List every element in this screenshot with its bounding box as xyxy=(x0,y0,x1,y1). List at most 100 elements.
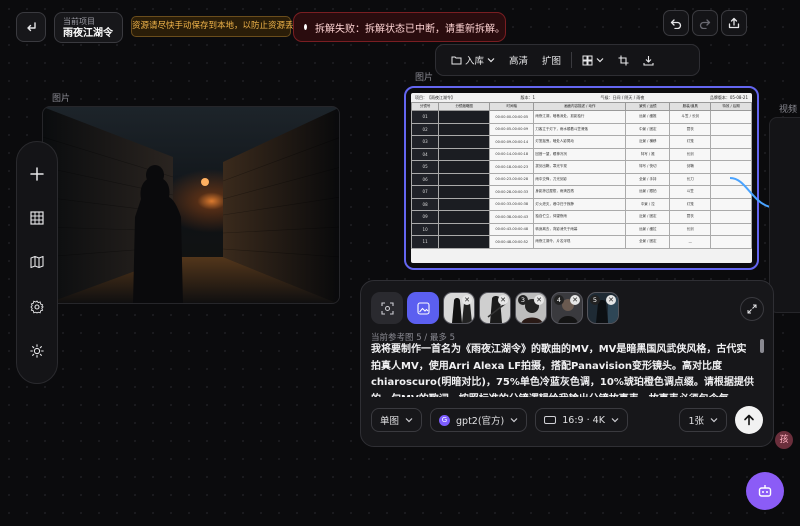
storyboard-description: 独自伫立，仰望夜雨 xyxy=(533,210,627,224)
enter-back-icon xyxy=(27,22,36,32)
storyboard-props: 斗笠 / 长剑 xyxy=(669,110,712,124)
reference-thumb-4[interactable]: 4 ✕ xyxy=(551,292,583,324)
storyboard-thumbnail xyxy=(438,110,491,124)
storyboard-shot-type: 特写 / 推 xyxy=(625,147,671,161)
ratio-resolution-dropdown[interactable]: 16:9 · 4K xyxy=(535,408,628,432)
alley-scene-image xyxy=(43,107,339,303)
storyboard-row: 11 00:00:48-00:00:52 雨夜江湖令，片名浮现 全景 / 固定 — xyxy=(411,235,752,249)
table-button[interactable] xyxy=(24,205,50,231)
storyboard-thumbnail xyxy=(438,122,491,136)
reference-index-badge: 4 xyxy=(554,295,564,305)
storyboard-effects xyxy=(710,135,752,149)
toolbar-divider xyxy=(571,52,573,68)
chevron-down-icon xyxy=(710,418,718,423)
storyboard-description: 雨中交锋，刀光剑影 xyxy=(533,172,627,186)
crop-button[interactable] xyxy=(611,45,636,75)
image-node-alley[interactable] xyxy=(42,106,340,304)
storyboard-shot-type: 中景 / 拉 xyxy=(625,197,671,211)
remove-reference-icon[interactable]: ✕ xyxy=(606,295,616,305)
assistant-button[interactable] xyxy=(746,472,784,510)
storyboard-shot-type: 远景 / 跟拍 xyxy=(625,185,671,199)
storyboard-row: 09 00:00:38-00:00:43 独自伫立，仰望夜雨 近景 / 固定 蓑衣 xyxy=(411,210,752,224)
storyboard-timecode: 00:00:18-00:00:23 xyxy=(489,160,535,174)
reference-thumb-2[interactable]: ✕ xyxy=(479,292,511,324)
add-node-button[interactable] xyxy=(24,161,50,187)
storyboard-column-header: 服装/道具 xyxy=(669,102,712,111)
grid-split-dropdown[interactable] xyxy=(575,45,611,75)
storyboard-props: 灯笼 xyxy=(669,135,712,149)
map-button[interactable] xyxy=(24,249,50,275)
storyboard-description: 雨夜江湖令，片名浮现 xyxy=(533,235,627,249)
storyboard-thumbnail xyxy=(438,210,491,224)
expand-panel-button[interactable] xyxy=(740,297,764,321)
storyboard-thumbnail xyxy=(438,147,491,161)
storyboard-description: 拔剑出鞘，寒光乍现 xyxy=(533,160,627,174)
storyboard-props: 蓑衣 xyxy=(669,210,712,224)
reference-thumb-1[interactable]: ✕ xyxy=(443,292,475,324)
storyboard-props: 灯笼 xyxy=(669,197,712,211)
back-button[interactable] xyxy=(16,12,46,42)
ratio-label: 16:9 · 4K xyxy=(562,414,605,426)
settings-button[interactable] xyxy=(24,294,50,320)
remove-reference-icon[interactable]: ✕ xyxy=(498,295,508,305)
user-avatar[interactable]: 孩 xyxy=(775,431,793,449)
storyboard-project: 项目：【雨夜江湖令】 xyxy=(415,95,455,100)
prompt-textarea[interactable]: 我将要制作一首名为《雨夜江湖令》的歌曲的MV，MV是暗黑国风武侠风格，古代实拍真… xyxy=(371,342,755,397)
project-selector[interactable]: 当前项目 雨夜江湖令 xyxy=(54,12,123,43)
hd-button[interactable]: 高清 xyxy=(502,45,535,75)
image-node-storyboard[interactable]: 项目：【雨夜江湖令】 版本：1 气候：日间 / 阴天 / 雨夜 品牌版本：05-… xyxy=(404,86,759,270)
download-button[interactable] xyxy=(636,45,661,75)
storyboard-shot-type: 全景 / 固定 xyxy=(625,235,671,249)
storyboard-thumbnail xyxy=(438,197,491,211)
grid-icon xyxy=(582,55,593,65)
project-label: 当前项目 xyxy=(63,17,95,26)
storyboard-props: 长剑 xyxy=(669,147,712,161)
storyboard-effects xyxy=(710,110,752,124)
share-button[interactable] xyxy=(721,10,747,36)
remove-reference-icon[interactable]: ✕ xyxy=(462,295,472,305)
scan-button[interactable] xyxy=(371,292,403,324)
storyboard-column-header: 特效 / 后期 xyxy=(710,102,752,111)
storyboard-shot-type: 近景 / 横移 xyxy=(625,135,671,149)
mode-dropdown[interactable]: 单图 xyxy=(371,408,423,432)
reference-thumb-5[interactable]: 5 ✕ xyxy=(587,292,619,324)
count-dropdown[interactable]: 1张 xyxy=(679,408,727,432)
storyboard-column-header: 景别 / 运镜 xyxy=(625,102,671,111)
reference-thumb-3[interactable]: 3 ✕ xyxy=(515,292,547,324)
send-button[interactable] xyxy=(735,406,763,434)
storyboard-props: 长剑 xyxy=(669,222,712,236)
folder-icon xyxy=(451,56,462,65)
storyboard-shot-number: 09 xyxy=(411,210,440,224)
storyboard-shot-number: 08 xyxy=(411,197,440,211)
model-logo-icon: G xyxy=(439,414,451,426)
storyboard-props: 长刀 xyxy=(669,172,712,186)
storyboard-thumbnail xyxy=(438,172,491,186)
remove-reference-icon[interactable]: ✕ xyxy=(570,295,580,305)
storyboard-weather: 气候：日间 / 阴天 / 雨夜 xyxy=(600,95,645,100)
add-reference-image-button[interactable] xyxy=(407,292,439,324)
theme-toggle-button[interactable] xyxy=(24,338,50,364)
model-dropdown[interactable]: G gpt2(官方) xyxy=(430,408,528,432)
gear-icon xyxy=(30,300,44,314)
storyboard-shot-number: 06 xyxy=(411,172,440,186)
prompt-scrollbar[interactable] xyxy=(760,339,764,353)
undo-button[interactable] xyxy=(663,10,689,36)
storyboard-row: 05 00:00:18-00:00:23 拔剑出鞘，寒光乍现 特写 / 快切 剑鞘 xyxy=(411,160,752,174)
video-node[interactable] xyxy=(769,117,800,313)
storyboard-column-header: 分镜号 xyxy=(411,102,440,111)
error-dot-icon xyxy=(304,24,307,30)
store-dropdown[interactable]: 入库 xyxy=(444,45,502,75)
remove-reference-icon[interactable]: ✕ xyxy=(534,295,544,305)
expand-arrows-icon xyxy=(747,304,757,314)
storyboard-description: 灯笼摇曳，暗处人影晃动 xyxy=(533,135,627,149)
error-toast: 拆解失败：拆解状态已中断，请重新拆解。 xyxy=(293,12,506,42)
expand-image-button[interactable]: 扩图 xyxy=(535,45,568,75)
storyboard-description: 灯火熄灭，巷中归于寂静 xyxy=(533,197,627,211)
storyboard-timecode: 00:00:48-00:00:52 xyxy=(489,235,535,249)
storyboard-shot-number: 05 xyxy=(411,160,440,174)
storyboard-timecode: 00:00:38-00:00:43 xyxy=(489,210,535,224)
redo-button[interactable] xyxy=(692,10,718,36)
model-label: gpt2(官方) xyxy=(456,416,505,427)
storyboard-row: 04 00:00:14-00:00:18 回首一望，眼神冷冽 特写 / 推长剑 xyxy=(411,147,752,161)
storyboard-shot-number: 10 xyxy=(411,222,440,236)
